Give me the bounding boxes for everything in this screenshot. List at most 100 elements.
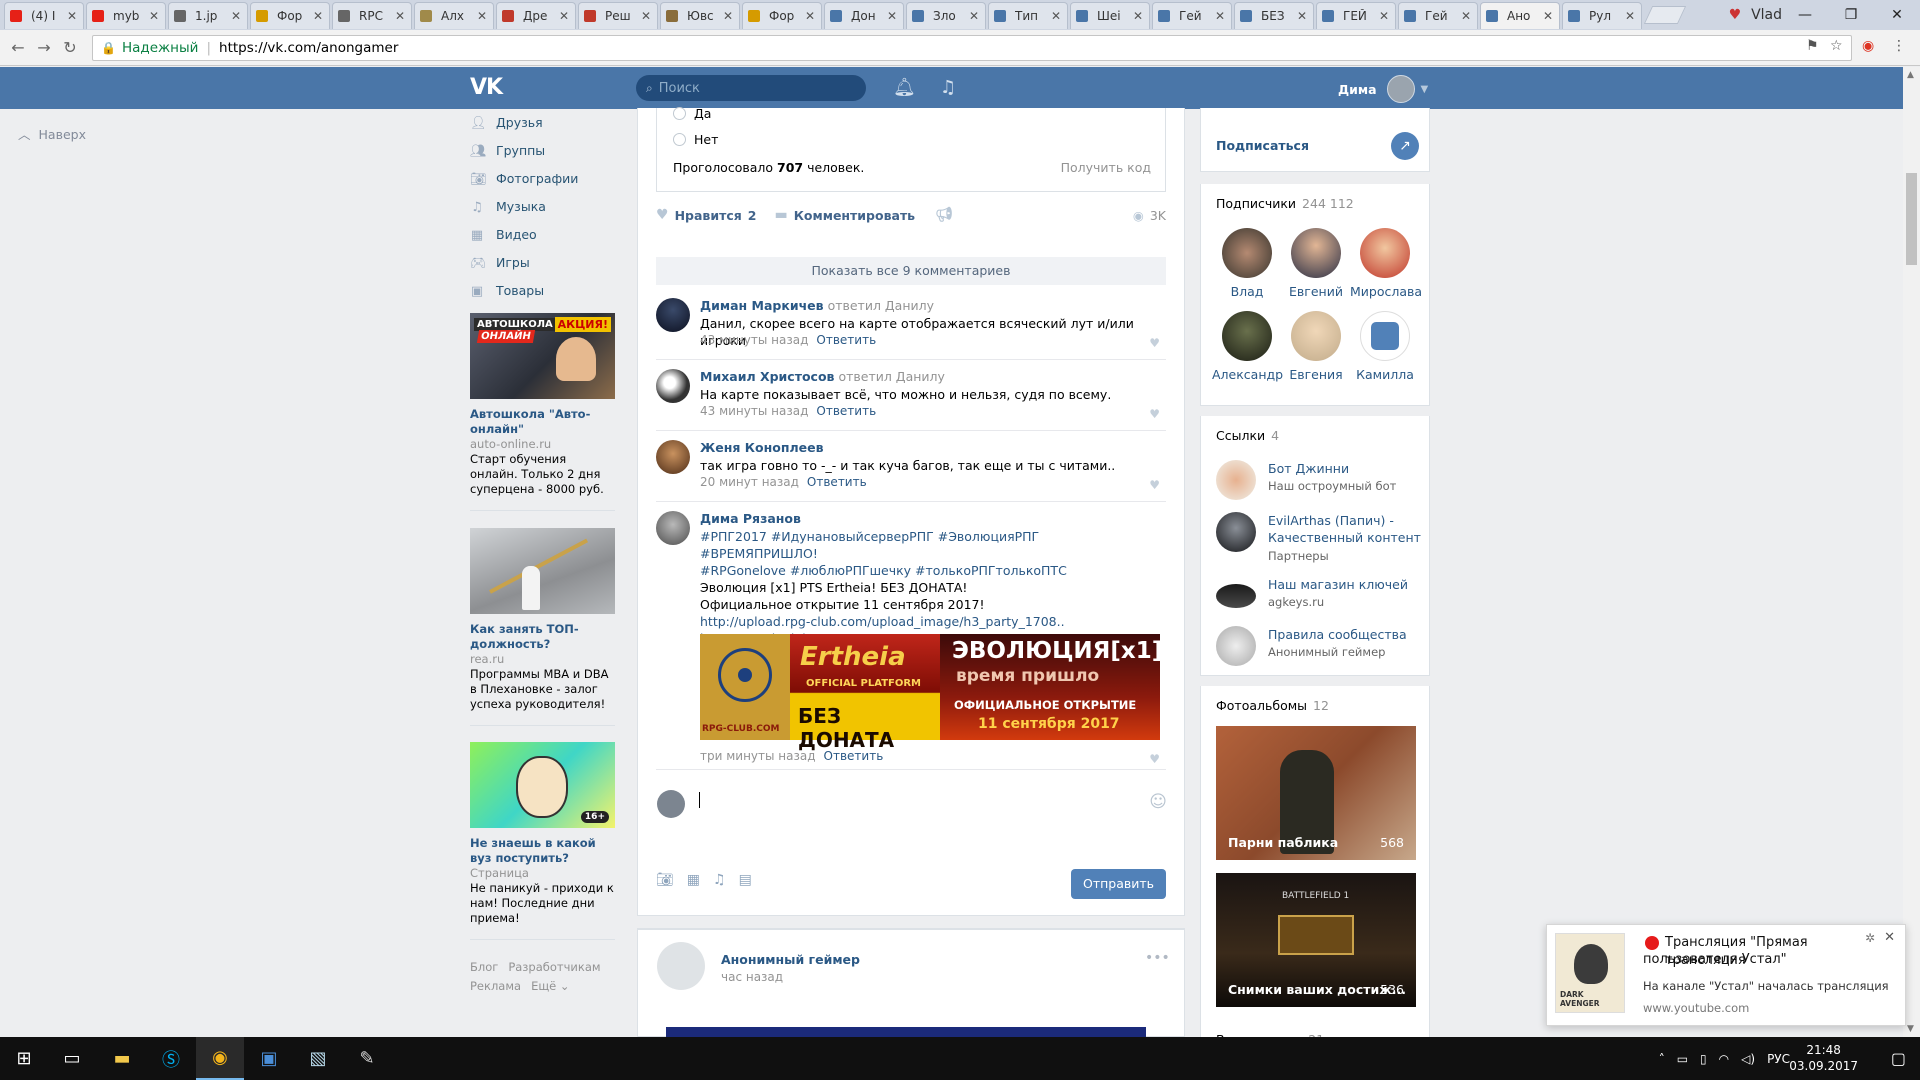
scroll-up-icon[interactable]: ▲ bbox=[1907, 70, 1914, 80]
scrollbar-thumb[interactable] bbox=[1906, 173, 1917, 265]
close-tab-icon[interactable]: ✕ bbox=[1215, 9, 1225, 23]
send-button[interactable]: Отправить bbox=[1071, 869, 1166, 899]
tray-app-icon[interactable]: ▭ bbox=[1677, 1052, 1688, 1066]
document-icon[interactable]: ▤ bbox=[739, 872, 752, 888]
comment-link[interactable]: http://upload.rpg-club.com/upload_image/… bbox=[700, 613, 1150, 630]
avatar[interactable] bbox=[656, 369, 690, 403]
close-icon[interactable]: ✕ bbox=[1884, 930, 1895, 945]
menu-icon[interactable]: ⋮ bbox=[1892, 38, 1906, 54]
user-menu[interactable]: Дима ▼ bbox=[1338, 75, 1428, 103]
close-tab-icon[interactable]: ✕ bbox=[1461, 9, 1471, 23]
bell-icon[interactable]: 🔔︎ bbox=[893, 77, 916, 98]
close-tab-icon[interactable]: ✕ bbox=[1379, 9, 1389, 23]
browser-tab[interactable]: myb ✕ bbox=[86, 2, 166, 29]
language-indicator[interactable]: РУС bbox=[1767, 1052, 1790, 1066]
browser-tab[interactable]: Дре ✕ bbox=[496, 2, 576, 29]
ad-image[interactable]: 16+ bbox=[470, 742, 615, 828]
browser-tab[interactable]: Шеі ✕ bbox=[1070, 2, 1150, 29]
avatar[interactable] bbox=[656, 511, 690, 545]
close-tab-icon[interactable]: ✕ bbox=[149, 9, 159, 23]
followers-title[interactable]: Подписчики 244 112 bbox=[1216, 196, 1354, 211]
close-tab-icon[interactable]: ✕ bbox=[67, 9, 77, 23]
app-icon[interactable]: ▣ bbox=[245, 1037, 293, 1080]
footer-link[interactable]: Ещё ⌄ bbox=[531, 979, 569, 993]
browser-tab[interactable]: Реш ✕ bbox=[578, 2, 658, 29]
browser-tab[interactable]: Зло ✕ bbox=[906, 2, 986, 29]
close-tab-icon[interactable]: ✕ bbox=[477, 9, 487, 23]
more-options-icon[interactable]: ••• bbox=[1145, 950, 1170, 966]
music-note-icon[interactable]: ♫ bbox=[940, 77, 956, 98]
back-icon[interactable]: ← bbox=[8, 38, 28, 58]
paint-icon[interactable]: ✎ bbox=[343, 1037, 391, 1080]
close-window-button[interactable]: ✕ bbox=[1874, 0, 1920, 30]
toast-notification[interactable]: DARK AVENGER Трансляция "Прямая трансляц… bbox=[1546, 924, 1906, 1026]
links-title[interactable]: Ссылки 4 bbox=[1216, 428, 1279, 443]
ad-title[interactable]: Автошкола "Авто-онлайн" bbox=[470, 407, 615, 437]
hashtags[interactable]: #РПГ2017 #ИдунановыйсерверРПГ #ЭволюцияР… bbox=[700, 528, 1150, 562]
ad-image[interactable] bbox=[470, 528, 615, 614]
minimize-button[interactable]: — bbox=[1782, 0, 1828, 30]
heart-icon[interactable]: ♥ bbox=[1149, 478, 1160, 492]
avatar[interactable] bbox=[657, 942, 705, 990]
browser-tab[interactable]: ГЕЙ ✕ bbox=[1316, 2, 1396, 29]
close-tab-icon[interactable]: ✕ bbox=[969, 9, 979, 23]
close-tab-icon[interactable]: ✕ bbox=[887, 9, 897, 23]
close-tab-icon[interactable]: ✕ bbox=[641, 9, 651, 23]
follower[interactable]: Влад bbox=[1212, 228, 1282, 299]
ad-block[interactable]: Как занять ТОП-должность? rea.ru Програм… bbox=[470, 528, 615, 712]
browser-tab[interactable]: Дон ✕ bbox=[824, 2, 904, 29]
browser-tab[interactable]: (4) I ✕ bbox=[4, 2, 84, 29]
footer-link[interactable]: Блог bbox=[470, 960, 498, 974]
reply-link[interactable]: Ответить bbox=[816, 333, 876, 347]
footer-link[interactable]: Разработчикам bbox=[508, 960, 600, 974]
gear-icon[interactable]: ✲ bbox=[1865, 931, 1875, 945]
windows-start-icon[interactable]: ⊞ bbox=[0, 1037, 48, 1080]
close-tab-icon[interactable]: ✕ bbox=[1625, 9, 1635, 23]
search-input[interactable]: ⌕ Поиск bbox=[636, 75, 866, 101]
browser-tab[interactable]: Фор ✕ bbox=[250, 2, 330, 29]
sidebar-item[interactable]: ▦ Видео bbox=[470, 220, 620, 248]
sidebar-item[interactable]: 📷︎ Фотографии bbox=[470, 164, 620, 192]
poll-option[interactable]: Нет bbox=[673, 132, 718, 147]
follower[interactable]: Евгений bbox=[1281, 228, 1351, 299]
heart-icon[interactable]: ♥ bbox=[656, 207, 669, 223]
sidebar-item[interactable]: 🎮︎ Игры bbox=[470, 248, 620, 276]
album-card[interactable]: Парни паблика 568 bbox=[1216, 726, 1416, 860]
browser-tab[interactable]: Алх ✕ bbox=[414, 2, 494, 29]
ad-title[interactable]: Как занять ТОП-должность? bbox=[470, 622, 615, 652]
extension-icon[interactable]: ◉ bbox=[1862, 38, 1874, 54]
follower[interactable]: Мирослава bbox=[1350, 228, 1422, 299]
heart-icon[interactable]: ♥ bbox=[1149, 752, 1160, 766]
video-icon[interactable]: ▦ bbox=[687, 872, 700, 888]
footer-link[interactable]: Реклама bbox=[470, 979, 521, 993]
notepad-icon[interactable]: ▧ bbox=[294, 1037, 342, 1080]
sidebar-item[interactable]: 👤︎ Друзья bbox=[470, 108, 620, 136]
ad-block[interactable]: АВТОШКОЛА ОНЛАЙН АКЦИЯ! Автошкола "Авто-… bbox=[470, 313, 615, 497]
comment-button[interactable]: Комментировать bbox=[794, 208, 915, 223]
comment-composer[interactable]: ☺ bbox=[637, 780, 1185, 847]
chevron-up-icon[interactable]: ˄ bbox=[1659, 1052, 1665, 1066]
heart-icon[interactable]: ♥ bbox=[1149, 407, 1160, 421]
link-name[interactable]: Правила сообщества bbox=[1268, 626, 1428, 643]
hashtags[interactable]: #RPGonelove #люблюРПГшечку #толькоРПГтол… bbox=[700, 562, 1150, 579]
reply-link[interactable]: Ответить bbox=[816, 404, 876, 418]
reply-link[interactable]: Ответить bbox=[824, 749, 884, 763]
close-tab-icon[interactable]: ✕ bbox=[559, 9, 569, 23]
ad-image[interactable]: АВТОШКОЛА ОНЛАЙН АКЦИЯ! bbox=[470, 313, 615, 399]
link-name[interactable]: Бот Джинни bbox=[1268, 460, 1428, 477]
like-button[interactable]: Нравится bbox=[675, 208, 742, 223]
address-bar[interactable]: 🔒 Надежный | https://vk.com/anongamer bbox=[92, 35, 1852, 61]
reply-link[interactable]: Ответить bbox=[807, 475, 867, 489]
emoji-icon[interactable]: ☺ bbox=[1149, 792, 1167, 812]
system-clock[interactable]: 21:48 03.09.2017 bbox=[1789, 1042, 1858, 1074]
get-code-link[interactable]: Получить код bbox=[1061, 160, 1151, 175]
maximize-button[interactable]: ❐ bbox=[1828, 0, 1874, 30]
scroll-to-top-link[interactable]: ︿ Наверх bbox=[18, 124, 86, 143]
close-tab-icon[interactable]: ✕ bbox=[805, 9, 815, 23]
close-tab-icon[interactable]: ✕ bbox=[1051, 9, 1061, 23]
browser-tab[interactable]: БЕЗ ✕ bbox=[1234, 2, 1314, 29]
link-name[interactable]: EvilArthas (Папич) - Качественный контен… bbox=[1268, 512, 1428, 546]
ad-block[interactable]: 16+ Не знаешь в какой вуз поступить? Стр… bbox=[470, 742, 615, 926]
action-center-icon[interactable]: ▢ bbox=[1891, 1049, 1906, 1068]
browser-tab[interactable]: 1.jp ✕ bbox=[168, 2, 248, 29]
